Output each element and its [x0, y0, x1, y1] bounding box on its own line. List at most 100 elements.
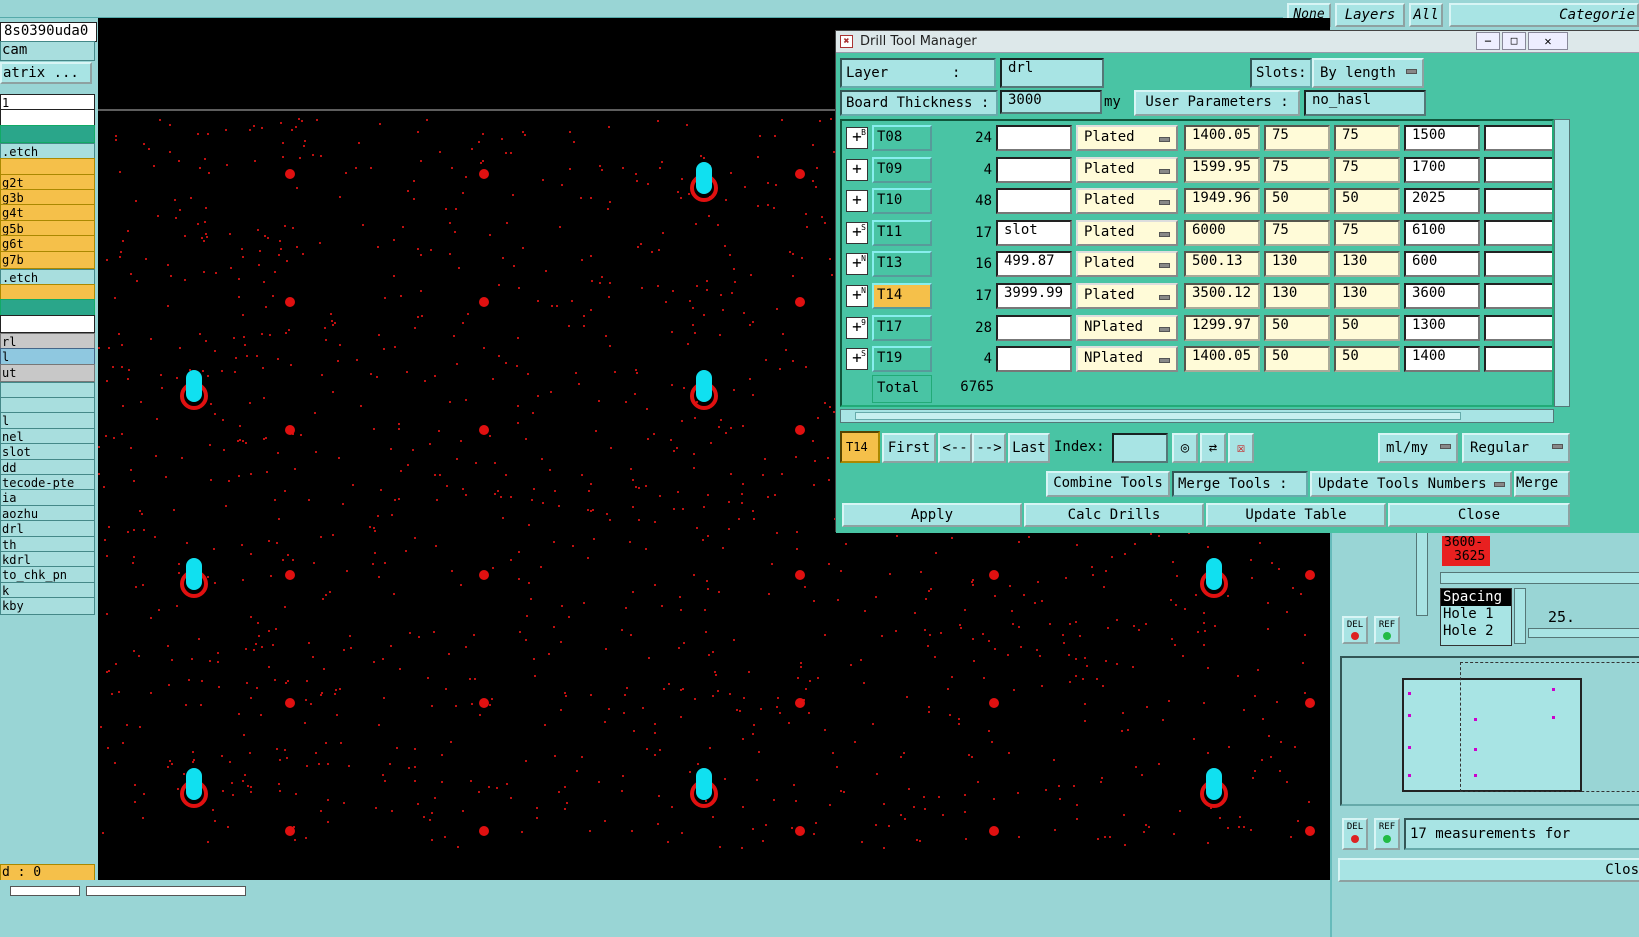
tol-minus-field[interactable]: 50	[1334, 188, 1400, 215]
table-hscroll[interactable]	[840, 409, 1554, 423]
extra-field[interactable]	[1484, 188, 1552, 215]
user-parameters-button[interactable]: User Parameters :	[1134, 90, 1300, 116]
close-icon[interactable]: ✕	[1528, 32, 1568, 50]
spacing-slider[interactable]	[1528, 628, 1639, 638]
layer-item[interactable]: kby	[0, 597, 95, 616]
tool-size-field[interactable]: 499.87	[996, 251, 1072, 278]
finish-size-field[interactable]: 1949.96	[1184, 188, 1260, 215]
plating-select[interactable]: Plated	[1076, 283, 1178, 309]
plating-select[interactable]: NPlated	[1076, 314, 1178, 341]
drill-size-field[interactable]: 600	[1404, 251, 1480, 278]
expand-row-icon[interactable]: +	[846, 158, 868, 181]
tol-minus-field[interactable]: 50	[1334, 346, 1400, 373]
board-thickness-field[interactable]: 3000	[1000, 90, 1102, 114]
combine-tools-button[interactable]: Combine Tools	[1046, 471, 1170, 497]
dialog-titlebar[interactable]: ✖ Drill Tool Manager − □ ✕	[836, 31, 1639, 53]
finish-size-field[interactable]: 1400.05	[1184, 125, 1260, 151]
expand-row-icon[interactable]: +9	[846, 316, 868, 339]
plating-select[interactable]: Plated	[1076, 156, 1178, 183]
close-button[interactable]: Close	[1388, 503, 1570, 527]
ref-button-top[interactable]: REF	[1374, 616, 1400, 644]
tool-size-field[interactable]: 3999.99	[996, 283, 1072, 309]
finish-size-field[interactable]: 3500.12	[1184, 283, 1260, 309]
tool-size-field[interactable]	[996, 346, 1072, 373]
extra-field[interactable]	[1484, 219, 1552, 246]
drill-size-field[interactable]: 1500	[1404, 125, 1480, 151]
ref-button[interactable]: REF	[1374, 818, 1400, 850]
tol-plus-field[interactable]: 75	[1264, 156, 1330, 183]
drill-size-field[interactable]: 1400	[1404, 346, 1480, 373]
expand-row-icon[interactable]: + B	[846, 127, 868, 149]
plating-select[interactable]: NPlated	[1076, 346, 1178, 373]
extra-field[interactable]	[1484, 314, 1552, 341]
merge-button[interactable]: Merge	[1514, 471, 1570, 497]
update-tools-numbers-select[interactable]: Update Tools Numbers	[1310, 471, 1512, 497]
tool-name[interactable]: T14	[872, 283, 932, 309]
expand-row-icon[interactable]: +	[846, 190, 868, 213]
list-scrollbar[interactable]	[1416, 530, 1428, 616]
maximize-icon[interactable]: □	[1502, 32, 1526, 50]
expand-row-icon[interactable]: + N	[846, 285, 868, 307]
del-button[interactable]: DEL	[1342, 818, 1368, 850]
minimize-icon[interactable]: −	[1476, 32, 1500, 50]
update-table-button[interactable]: Update Table	[1206, 503, 1386, 527]
index-field[interactable]	[1112, 433, 1168, 463]
spin-arrows[interactable]	[1514, 588, 1526, 644]
extra-field[interactable]	[1484, 125, 1552, 151]
tol-plus-field[interactable]: 50	[1264, 346, 1330, 373]
plating-select[interactable]: Plated	[1076, 219, 1178, 246]
search-icon[interactable]: ◎	[1172, 433, 1198, 463]
layer-item[interactable]: g7b	[0, 250, 95, 269]
plating-select[interactable]: Plated	[1076, 251, 1178, 278]
tol-plus-field[interactable]: 50	[1264, 188, 1330, 215]
plating-select[interactable]: Plated	[1076, 125, 1178, 151]
tol-plus-field[interactable]: 75	[1264, 125, 1330, 151]
tol-plus-field[interactable]: 75	[1264, 219, 1330, 246]
drill-size-field[interactable]: 2025	[1404, 188, 1480, 215]
plating-select[interactable]: Plated	[1076, 188, 1178, 215]
tol-minus-field[interactable]: 130	[1334, 251, 1400, 278]
finish-size-field[interactable]: 1299.97	[1184, 314, 1260, 341]
last-button[interactable]: Last	[1008, 433, 1050, 463]
extra-field[interactable]	[1484, 156, 1552, 183]
finish-size-field[interactable]: 1400.05	[1184, 346, 1260, 373]
expand-row-icon[interactable]: + S	[846, 221, 868, 244]
finish-size-field[interactable]: 500.13	[1184, 251, 1260, 278]
swap-icon[interactable]: ⇄	[1200, 433, 1226, 463]
layer-item[interactable]: ut	[0, 363, 95, 382]
tool-name[interactable]: T13	[872, 251, 932, 278]
calc-drills-button[interactable]: Calc Drills	[1024, 503, 1204, 527]
layer-item[interactable]	[0, 124, 95, 143]
next-button[interactable]: -->	[972, 433, 1006, 463]
tool-name[interactable]: T11	[872, 219, 932, 246]
tol-minus-field[interactable]: 75	[1334, 219, 1400, 246]
tool-name[interactable]: T09	[872, 156, 932, 183]
bottom-field-2[interactable]	[86, 886, 246, 896]
tab-layers[interactable]: Layers	[1335, 3, 1405, 27]
mode-select[interactable]: Regular	[1462, 433, 1570, 463]
tool-size-field[interactable]	[996, 156, 1072, 183]
tab-all[interactable]: All	[1409, 3, 1443, 27]
tool-name[interactable]: T19	[872, 346, 932, 373]
tol-minus-field[interactable]: 75	[1334, 125, 1400, 151]
tool-name[interactable]: T08	[872, 125, 932, 151]
tol-minus-field[interactable]: 75	[1334, 156, 1400, 183]
extra-field[interactable]	[1484, 251, 1552, 278]
drill-size-field[interactable]: 6100	[1404, 219, 1480, 246]
delete-icon[interactable]: ☒	[1228, 433, 1254, 463]
bottom-field[interactable]	[10, 886, 80, 896]
extra-field[interactable]	[1484, 346, 1552, 373]
tol-minus-field[interactable]: 130	[1334, 283, 1400, 309]
user-parameters-field[interactable]: no_hasl	[1304, 90, 1426, 116]
tool-size-field[interactable]	[996, 314, 1072, 341]
step-name[interactable]: cam	[0, 41, 95, 61]
tool-name[interactable]: T17	[872, 314, 932, 341]
tool-name[interactable]: T10	[872, 188, 932, 215]
layer-field[interactable]: drl	[1000, 58, 1104, 88]
prev-button[interactable]: <--	[938, 433, 972, 463]
tab-categories[interactable]: Categorie	[1449, 3, 1639, 27]
close-measure-button[interactable]: Clos	[1338, 858, 1639, 882]
finish-size-field[interactable]: 1599.95	[1184, 156, 1260, 183]
del-button-top[interactable]: DEL	[1342, 616, 1368, 644]
first-button[interactable]: First	[882, 433, 936, 463]
